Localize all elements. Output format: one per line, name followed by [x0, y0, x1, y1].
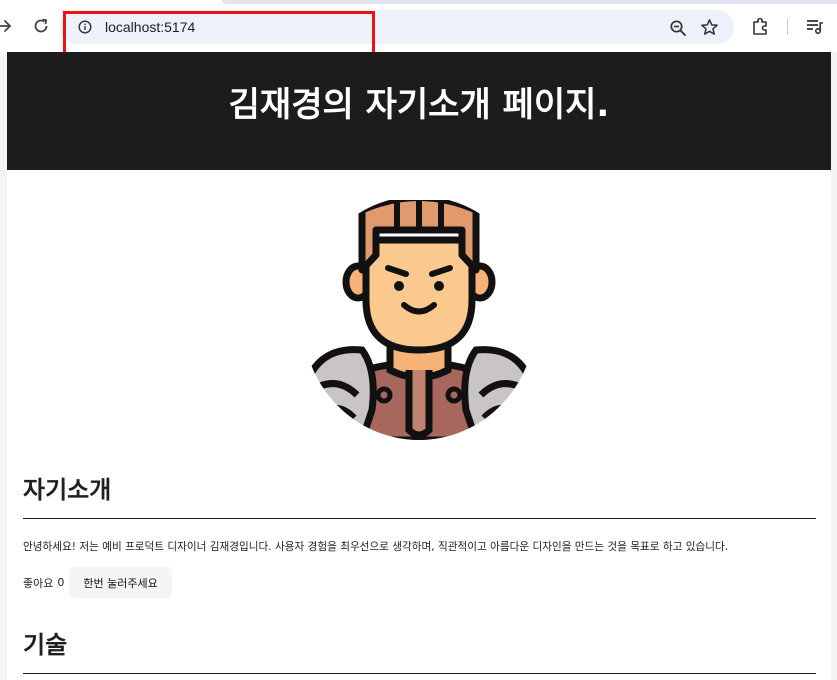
browser-toolbar: localhost:5174	[0, 0, 837, 55]
intro-paragraph: 안녕하세요! 저는 예비 프로덕트 디자이너 김재경입니다. 사용자 경험을 최…	[23, 541, 729, 553]
arrow-right-icon[interactable]	[0, 16, 14, 36]
header-banner: 김재경의 자기소개 페이지.	[7, 52, 831, 170]
section-divider	[23, 673, 816, 674]
zoom-out-icon[interactable]	[669, 19, 687, 37]
page-title: 김재경의 자기소개 페이지.	[228, 85, 610, 126]
reload-icon[interactable]	[32, 17, 50, 35]
like-row: 좋아요 0 한번 눌러주세요	[23, 567, 172, 598]
section-heading-intro: 자기소개	[23, 476, 112, 504]
tab-strip	[222, 0, 837, 4]
toolbar-divider	[787, 19, 788, 35]
like-label: 좋아요	[23, 576, 54, 590]
page-gutter	[0, 52, 7, 680]
page-gutter	[831, 52, 837, 680]
media-queue-icon[interactable]	[804, 16, 824, 36]
like-count: 0	[57, 576, 65, 589]
star-icon[interactable]	[700, 18, 719, 37]
like-button[interactable]: 한번 눌러주세요	[69, 567, 172, 598]
puzzle-icon[interactable]	[750, 16, 770, 36]
section-divider	[23, 518, 816, 519]
url-highlight-annotation	[63, 11, 375, 55]
section-heading-skills: 기술	[23, 631, 68, 659]
warrior-avatar-icon	[302, 200, 536, 440]
page-viewport: 김재경의 자기소개 페이지. 자기소개 안녕하세요! 저는 예비 프로덕트 디자…	[0, 52, 837, 680]
